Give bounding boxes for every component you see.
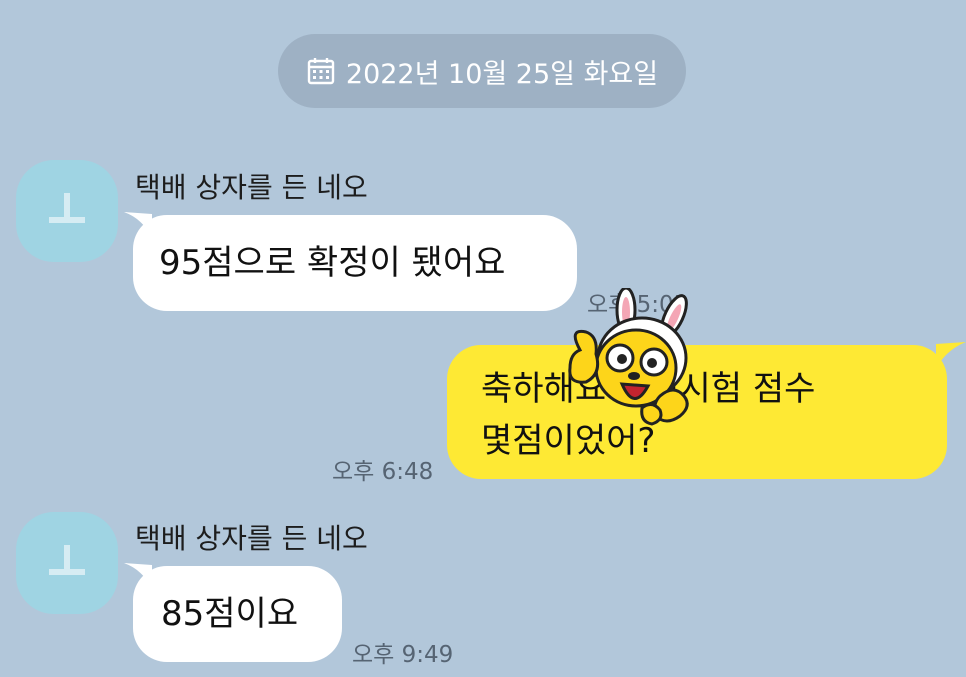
message-time: 오후 6:48 bbox=[332, 459, 434, 485]
sender-name: 택배 상자를 든 네오 bbox=[135, 522, 368, 555]
message-text: 95점으로 확정이 됐어요 bbox=[159, 243, 506, 283]
default-profile-icon bbox=[49, 545, 85, 575]
date-divider: 2022년 10월 25일 화요일 bbox=[278, 34, 686, 108]
calendar-icon bbox=[306, 56, 336, 86]
date-divider-text: 2022년 10월 25일 화요일 bbox=[345, 58, 659, 90]
message-bubble-incoming[interactable]: 85점이요 bbox=[133, 566, 342, 662]
message-bubble-incoming[interactable]: 95점으로 확정이 됐어요 bbox=[133, 215, 577, 311]
message-text: 85점이요 bbox=[161, 594, 299, 634]
sender-avatar[interactable] bbox=[16, 512, 118, 614]
muzi-bunny-sticker-icon[interactable] bbox=[556, 288, 702, 430]
default-profile-icon bbox=[49, 193, 85, 223]
message-time: 오후 9:49 bbox=[352, 642, 454, 668]
sender-name: 택배 상자를 든 네오 bbox=[135, 171, 368, 204]
sender-avatar[interactable] bbox=[16, 160, 118, 262]
